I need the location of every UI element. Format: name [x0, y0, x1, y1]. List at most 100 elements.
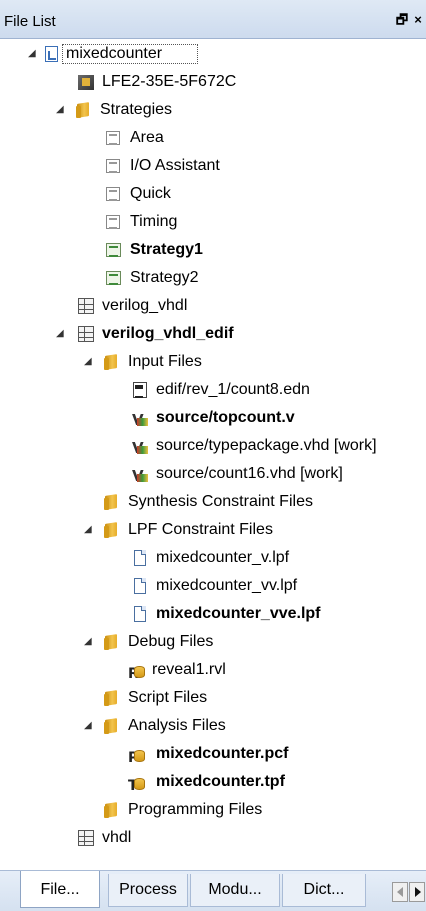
folder-icon — [76, 102, 92, 118]
tree-item-device[interactable]: LFE2-35E-5F672C — [0, 68, 426, 96]
float-panel-icon[interactable]: 🗗 — [394, 11, 410, 33]
tree-item-lpf-constraint-files[interactable]: ◢ LPF Constraint Files — [0, 516, 426, 544]
folder-icon — [104, 718, 120, 734]
tree-item-file-mixedcounter-vve-lpf[interactable]: mixedcounter_vve.lpf — [0, 600, 426, 628]
tree-item-label: Strategy1 — [130, 241, 203, 258]
tree-item-strategy-area[interactable]: Area — [0, 124, 426, 152]
tree-item-label: I/O Assistant — [130, 157, 220, 174]
tab-label: Process — [119, 881, 177, 898]
scroll-tabs-left-button[interactable] — [392, 882, 408, 902]
device-chip-icon — [78, 74, 94, 90]
tree-item-label: verilog_vhdl_edif — [102, 325, 234, 342]
tree-item-file-count8-edn[interactable]: edif/rev_1/count8.edn — [0, 376, 426, 404]
tree-item-synthesis-constraint-files[interactable]: Synthesis Constraint Files — [0, 488, 426, 516]
power-calc-file-icon: P — [128, 744, 148, 766]
tree-item-label: mixedcounter.pcf — [156, 745, 289, 762]
tree-item-strategy1[interactable]: Strategy1 — [0, 236, 426, 264]
tree-item-file-mixedcounter-vv-lpf[interactable]: mixedcounter_vv.lpf — [0, 572, 426, 600]
panel-controls: 🗗 × — [394, 11, 426, 33]
tab-file-list[interactable]: File... — [20, 871, 100, 908]
expand-toggle-icon[interactable]: ◢ — [84, 516, 94, 544]
tree-item-input-files[interactable]: ◢ Input Files — [0, 348, 426, 376]
tree-item-implementation-verilog-vhdl[interactable]: verilog_vhdl — [0, 292, 426, 320]
folder-icon — [104, 634, 120, 650]
expand-toggle-icon[interactable]: ◢ — [28, 40, 38, 68]
tree-item-label: Analysis Files — [128, 717, 226, 734]
tree-item-strategy-timing[interactable]: Timing — [0, 208, 426, 236]
implementation-icon — [78, 830, 94, 846]
tab-process[interactable]: Process — [108, 874, 188, 907]
tree-item-file-mixedcounter-pcf[interactable]: P mixedcounter.pcf — [0, 740, 426, 768]
tree-item-file-count16-vhd[interactable]: source/count16.vhd [work] — [0, 460, 426, 490]
expand-toggle-icon[interactable]: ◢ — [84, 628, 94, 656]
panel-tab-bar: File... Process Modu... Dict... — [0, 870, 426, 911]
tree-item-label: Programming Files — [128, 801, 263, 818]
verilog-file-icon — [132, 406, 148, 434]
tree-item-label: source/count16.vhd [work] — [156, 465, 343, 482]
tree-item-label: mixedcounter — [66, 45, 163, 62]
panel-title: File List — [4, 13, 56, 30]
vhdl-file-icon — [132, 462, 148, 490]
implementation-icon — [78, 326, 94, 342]
expand-toggle-icon[interactable]: ◢ — [56, 320, 66, 348]
document-icon — [132, 606, 148, 622]
tree-item-implementation-vhdl[interactable]: vhdl — [0, 824, 426, 852]
tree-item-strategy2[interactable]: Strategy2 — [0, 264, 426, 292]
tree-item-label: mixedcounter_vv.lpf — [156, 577, 298, 594]
tree-item-file-reveal1-rvl[interactable]: R reveal1.rvl — [0, 656, 426, 684]
tree-item-label: LPF Constraint Files — [128, 521, 273, 538]
scroll-tabs-right-button[interactable] — [409, 882, 425, 902]
tree-item-strategies[interactable]: ◢ Strategies — [0, 96, 426, 124]
tab-dictionary[interactable]: Dict... — [282, 874, 366, 907]
document-icon — [132, 550, 148, 566]
tree-item-implementation-verilog-vhdl-edif[interactable]: ◢ verilog_vhdl_edif — [0, 320, 426, 348]
tree-item-label: Quick — [130, 185, 171, 202]
file-tree: ◢ mixedcounter LFE2-35E-5F672C ◢ Strateg… — [0, 40, 426, 862]
tree-item-label: reveal1.rvl — [152, 661, 226, 678]
tree-item-project[interactable]: ◢ mixedcounter — [0, 40, 426, 68]
tree-item-label: mixedcounter_v.lpf — [156, 549, 290, 566]
strategy-icon — [106, 214, 122, 230]
tree-item-label: Synthesis Constraint Files — [128, 493, 313, 510]
tree-item-label: Strategy2 — [130, 269, 199, 286]
tab-modules[interactable]: Modu... — [190, 874, 280, 907]
tree-item-label: vhdl — [102, 829, 132, 846]
tree-item-file-mixedcounter-tpf[interactable]: T mixedcounter.tpf — [0, 768, 426, 796]
tree-item-label: source/typepackage.vhd [work] — [156, 437, 377, 454]
expand-toggle-icon[interactable]: ◢ — [84, 348, 94, 376]
tree-item-label: edif/rev_1/count8.edn — [156, 381, 310, 398]
edif-file-icon — [132, 382, 148, 398]
implementation-icon — [78, 298, 94, 314]
expand-toggle-icon[interactable]: ◢ — [84, 712, 94, 740]
tree-item-strategy-quick[interactable]: Quick — [0, 180, 426, 208]
expand-toggle-icon[interactable]: ◢ — [56, 96, 66, 124]
tree-item-strategy-io-assistant[interactable]: I/O Assistant — [0, 152, 426, 180]
panel-title-bar[interactable]: File List 🗗 × — [0, 0, 426, 39]
close-panel-icon[interactable]: × — [410, 12, 426, 27]
tree-item-label: Area — [130, 129, 164, 146]
tree-item-analysis-files[interactable]: ◢ Analysis Files — [0, 712, 426, 740]
tree-item-label: Debug Files — [128, 633, 214, 650]
tree-item-file-typepackage-vhd[interactable]: source/typepackage.vhd [work] — [0, 432, 426, 462]
tree-item-file-mixedcounter-v-lpf[interactable]: mixedcounter_v.lpf — [0, 544, 426, 572]
strategy-icon — [106, 186, 122, 202]
timing-file-icon: T — [128, 772, 148, 794]
tree-item-label: LFE2-35E-5F672C — [102, 73, 237, 90]
tree-item-label: verilog_vhdl — [102, 297, 188, 314]
custom-strategy-icon — [106, 270, 122, 286]
strategy-icon — [106, 158, 122, 174]
custom-strategy-icon — [106, 242, 122, 258]
tab-label: File... — [40, 881, 80, 898]
folder-icon — [104, 690, 120, 706]
document-icon — [132, 578, 148, 594]
tree-item-file-topcount-v[interactable]: source/topcount.v — [0, 404, 426, 434]
strategy-icon — [106, 130, 122, 146]
vhdl-file-icon — [132, 434, 148, 462]
tree-item-programming-files[interactable]: Programming Files — [0, 796, 426, 824]
tree-item-debug-files[interactable]: ◢ Debug Files — [0, 628, 426, 656]
folder-icon — [104, 494, 120, 510]
reveal-file-icon: R — [128, 660, 148, 682]
tree-item-script-files[interactable]: Script Files — [0, 684, 426, 712]
file-list-panel: File List 🗗 × ◢ mixedcounter LFE2-35E-5F6… — [0, 0, 426, 911]
tree-item-label: mixedcounter_vve.lpf — [156, 605, 321, 622]
